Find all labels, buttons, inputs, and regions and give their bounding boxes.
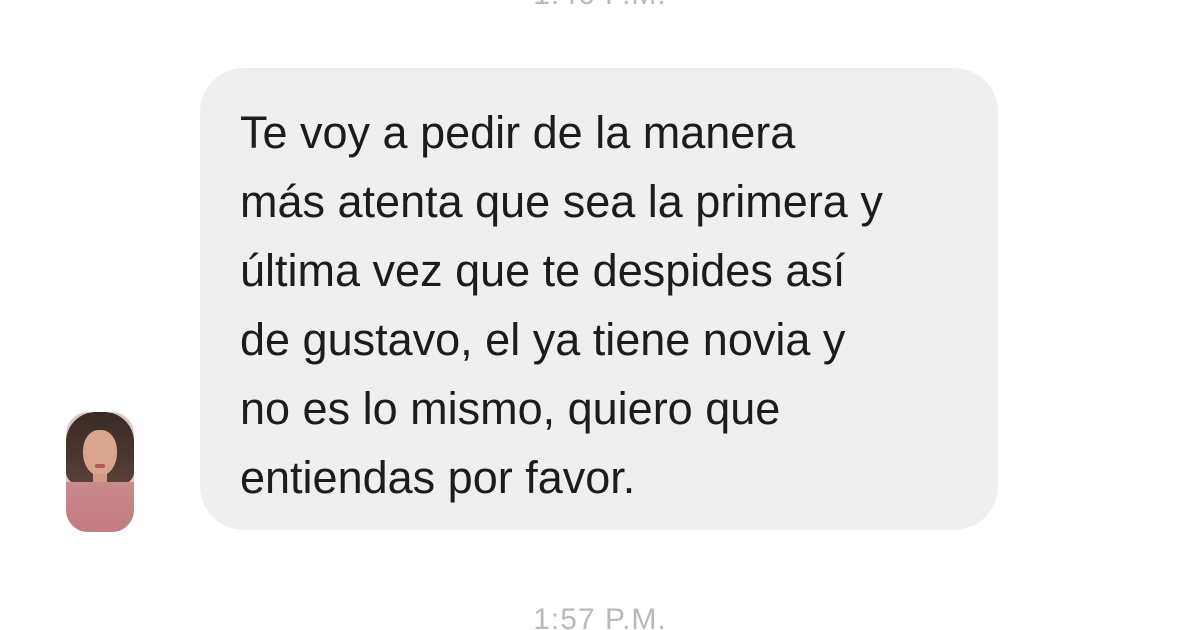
- message-row: Te voy a pedir de la manera más atenta q…: [0, 0, 1200, 630]
- avatar-mouth: [95, 464, 105, 468]
- message-text: Te voy a pedir de la manera más atenta q…: [240, 98, 980, 512]
- message-line: Te voy a pedir de la manera: [240, 107, 796, 158]
- avatar-shirt: [66, 482, 134, 532]
- avatar[interactable]: [66, 412, 134, 532]
- message-line: última vez que te despides así: [240, 245, 846, 296]
- message-line: más atenta que sea la primera y: [240, 176, 883, 227]
- message-line: de gustavo, el ya tiene novia y: [240, 314, 846, 365]
- message-line: entiendas por favor.: [240, 452, 636, 503]
- message-bubble[interactable]: Te voy a pedir de la manera más atenta q…: [200, 68, 998, 530]
- timestamp-bottom: 1:57 P.M.: [533, 603, 667, 630]
- avatar-face: [83, 430, 117, 476]
- message-line: no es lo mismo, quiero que: [240, 383, 781, 434]
